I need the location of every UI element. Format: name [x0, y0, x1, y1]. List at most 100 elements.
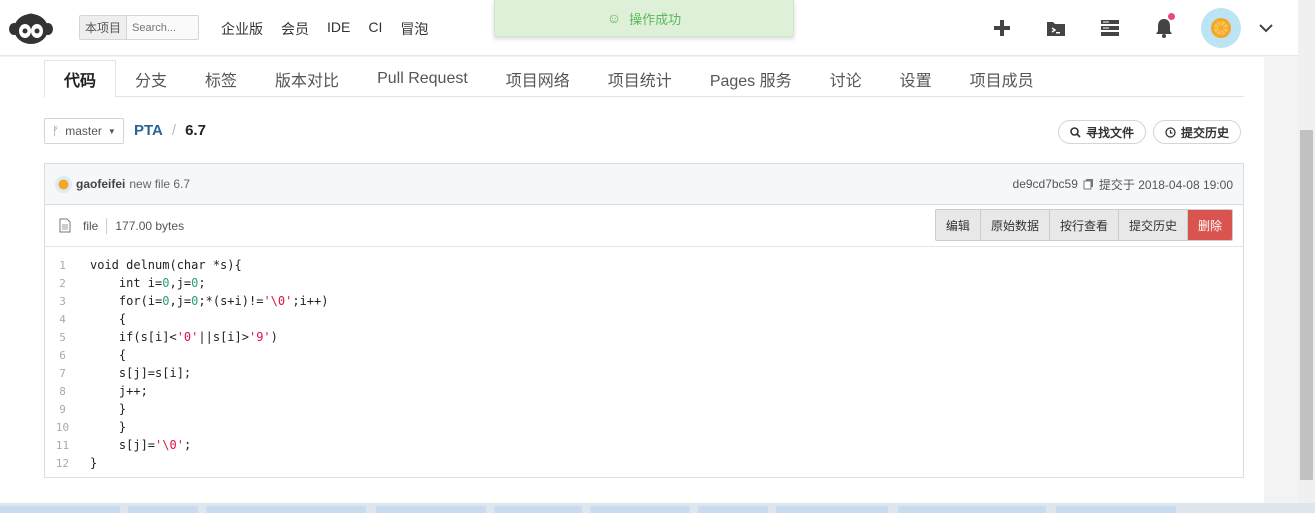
bookmark-item[interactable] [206, 506, 366, 513]
notification-dot [1168, 13, 1175, 20]
project-tabs: 代码 分支 标签 版本对比 Pull Request 项目网络 项目统计 Pag… [44, 60, 1244, 98]
history-label: 提交历史 [1181, 125, 1230, 140]
code-line: 6 { [45, 346, 1243, 364]
bell-icon[interactable] [1137, 0, 1191, 56]
code-text: void delnum(char *s){ [90, 258, 242, 272]
bookmark-item[interactable] [898, 506, 1046, 513]
line-number[interactable]: 7 [45, 367, 80, 380]
line-number[interactable]: 12 [45, 457, 80, 470]
code-text: } [90, 456, 98, 470]
delete-button[interactable]: 删除 [1187, 210, 1232, 240]
raw-button[interactable]: 原始数据 [980, 210, 1050, 240]
code-text: s[j]=s[i]; [90, 366, 192, 380]
code-line: 7 s[j]=s[i]; [45, 364, 1243, 382]
branch-selector[interactable]: ᚠ master ▼ [44, 118, 124, 144]
tab-branches[interactable]: 分支 [116, 60, 186, 97]
tab-network[interactable]: 项目网络 [487, 60, 589, 97]
code-text: } [90, 420, 127, 434]
bookmark-item[interactable] [376, 506, 486, 513]
tab-pages[interactable]: Pages 服务 [691, 60, 811, 97]
bookmark-item[interactable] [494, 506, 582, 513]
tab-stats[interactable]: 项目统计 [589, 60, 691, 97]
bookmark-item[interactable] [1056, 506, 1176, 513]
line-number[interactable]: 10 [45, 421, 80, 434]
search-scope-label[interactable]: 本项目 [80, 16, 128, 39]
bookmark-bar [0, 503, 1315, 513]
nav-member[interactable]: 会员 [281, 19, 309, 39]
chevron-down-icon[interactable] [1251, 0, 1281, 56]
blame-button[interactable]: 按行查看 [1049, 210, 1119, 240]
code-line: 9 } [45, 400, 1243, 418]
divider [106, 217, 108, 234]
file-icon [59, 218, 71, 233]
project-search[interactable]: 本项目 [79, 15, 199, 40]
breadcrumb: PTA / 6.7 [134, 122, 206, 139]
code-text: for(i=0,j=0;*(s+i)!='\0';i++) [90, 294, 329, 308]
copy-icon[interactable] [1083, 178, 1094, 190]
search-input[interactable] [127, 21, 192, 34]
commit-hash[interactable]: de9cd7bc59 [1013, 177, 1078, 191]
line-number[interactable]: 8 [45, 385, 80, 398]
bookmark-item[interactable] [0, 506, 120, 513]
line-number[interactable]: 4 [45, 313, 80, 326]
commit-author[interactable]: gaofeifei [76, 177, 125, 191]
file-viewer: gaofeifei new file 6.7 de9cd7bc59 提交于 20… [44, 163, 1244, 478]
bookmark-item[interactable] [590, 506, 690, 513]
tab-tags[interactable]: 标签 [186, 60, 256, 97]
commit-time: 提交于 2018-04-08 19:00 [1098, 177, 1233, 192]
history-button[interactable]: 提交历史 [1153, 120, 1242, 144]
tab-members[interactable]: 项目成员 [951, 60, 1053, 97]
line-number[interactable]: 5 [45, 331, 80, 344]
scrollbar[interactable] [1298, 0, 1315, 503]
nav-bubble[interactable]: 冒泡 [400, 19, 428, 39]
tab-code[interactable]: 代码 [44, 60, 117, 98]
tab-settings[interactable]: 设置 [881, 60, 951, 97]
server-list-icon[interactable] [1083, 0, 1137, 56]
code-text: } [90, 402, 127, 416]
smile-icon: ☺ [606, 10, 622, 26]
monkey-logo-icon[interactable] [8, 10, 54, 46]
code-block: 1 void delnum(char *s){2 int i=0,j=0; 3 fo… [45, 250, 1243, 472]
author-avatar[interactable] [55, 175, 72, 193]
code-line: 8 j++; [45, 382, 1243, 400]
scrollbar-thumb[interactable] [1300, 130, 1313, 480]
code-line: 5 if(s[i]<'0'||s[i]>'9') [45, 328, 1243, 346]
edit-button[interactable]: 编辑 [935, 210, 981, 240]
line-number[interactable]: 2 [45, 277, 80, 290]
toast-message: 操作成功 [629, 11, 682, 27]
commit-message[interactable]: new file 6.7 [129, 177, 190, 191]
file-actions: 编辑 原始数据 按行查看 提交历史 删除 [934, 209, 1233, 241]
branch-icon: ᚠ [52, 124, 60, 138]
code-text: if(s[i]<'0'||s[i]>'9') [90, 330, 278, 344]
user-avatar[interactable] [1191, 0, 1251, 56]
search-icon [1070, 126, 1081, 138]
breadcrumb-repo[interactable]: PTA [134, 122, 163, 139]
success-toast: ☺ 操作成功 [494, 0, 794, 37]
line-number[interactable]: 3 [45, 295, 80, 308]
line-number[interactable]: 1 [45, 259, 80, 272]
nav-ide[interactable]: IDE [327, 19, 350, 39]
main-panel: 代码 分支 标签 版本对比 Pull Request 项目网络 项目统计 Pag… [0, 57, 1264, 503]
bookmark-item[interactable] [698, 506, 768, 513]
find-file-button[interactable]: 寻找文件 [1058, 120, 1147, 144]
file-header: file 177.00 bytes 编辑 原始数据 按行查看 提交历史 删除 [45, 205, 1243, 247]
plus-icon[interactable] [975, 0, 1029, 56]
avatar [1201, 8, 1241, 48]
tab-pull-request[interactable]: Pull Request [358, 60, 487, 97]
tab-discussion[interactable]: 讨论 [811, 60, 881, 97]
bookmark-item[interactable] [776, 506, 888, 513]
line-number[interactable]: 11 [45, 439, 80, 452]
code-line: 10 } [45, 418, 1243, 436]
line-number[interactable]: 9 [45, 403, 80, 416]
nav-enterprise[interactable]: 企业版 [221, 19, 263, 39]
code-line: 12} [45, 454, 1243, 472]
tab-compare[interactable]: 版本对比 [256, 60, 358, 97]
breadcrumb-file: 6.7 [185, 122, 206, 139]
file-history-button[interactable]: 提交历史 [1118, 210, 1188, 240]
nav-ci[interactable]: CI [368, 19, 382, 39]
breadcrumb-separator: / [171, 122, 177, 139]
line-number[interactable]: 6 [45, 349, 80, 362]
terminal-folder-icon[interactable] [1029, 0, 1083, 56]
bookmark-item[interactable] [128, 506, 198, 513]
file-type: file [83, 218, 99, 233]
